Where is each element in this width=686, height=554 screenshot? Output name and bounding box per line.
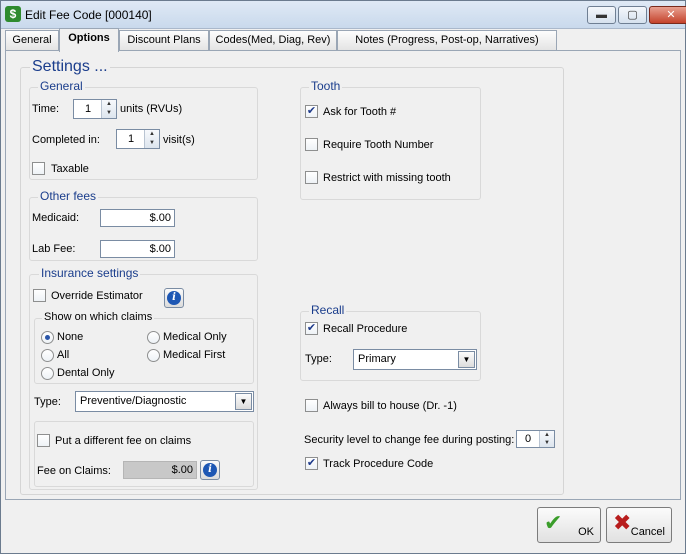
close-button[interactable]: ✕	[649, 6, 686, 24]
chevron-down-icon[interactable]: ▼	[235, 393, 252, 410]
time-stepper[interactable]: 1 ▲ ▼	[73, 99, 117, 119]
override-estimator-label: Override Estimator	[51, 290, 143, 302]
security-level-stepper-arrows[interactable]: ▲ ▼	[539, 431, 554, 447]
override-info-button[interactable]: i	[164, 288, 184, 308]
cancel-button-label: Cancel	[630, 526, 665, 538]
tooth-group-title: Tooth	[309, 79, 343, 93]
security-level-stepper[interactable]: 0 ▲ ▼	[516, 430, 555, 448]
settings-title: Settings ...	[30, 58, 110, 76]
time-value: 1	[84, 103, 92, 115]
fee-on-claims-label: Fee on Claims:	[37, 465, 111, 477]
spin-down-icon[interactable]: ▼	[102, 109, 116, 118]
general-group-title: General	[38, 79, 85, 93]
ok-button-label: OK	[578, 526, 594, 538]
tab-options[interactable]: Options	[59, 28, 119, 52]
different-fee-label: Put a different fee on claims	[55, 435, 192, 447]
spin-up-icon[interactable]: ▲	[145, 130, 159, 139]
require-tooth-checkbox[interactable]	[305, 138, 318, 151]
recall-group	[300, 311, 481, 381]
tab-general[interactable]: General	[5, 30, 59, 50]
completed-in-value: 1	[127, 133, 135, 145]
medicaid-field[interactable]: $.00	[100, 209, 175, 227]
dollar-icon: $	[5, 6, 21, 22]
claims-radio-none-label: None	[57, 331, 84, 343]
recall-procedure-label: Recall Procedure	[323, 323, 408, 335]
recall-type-value: Primary	[358, 353, 396, 365]
medicaid-label: Medicaid:	[32, 212, 80, 224]
taxable-checkbox[interactable]	[32, 162, 45, 175]
checkmark-icon: ✔	[544, 510, 563, 535]
time-units-label: units (RVUs)	[120, 103, 183, 115]
require-tooth-label: Require Tooth Number	[323, 139, 434, 151]
recall-procedure-checkbox[interactable]: ✔	[305, 322, 318, 335]
claims-radio-all[interactable]	[41, 349, 54, 362]
always-bill-house-checkbox[interactable]	[305, 399, 318, 412]
minimize-button[interactable]: ▬	[587, 6, 616, 24]
spin-up-icon[interactable]: ▲	[540, 431, 554, 439]
track-procedure-label: Track Procedure Code	[323, 458, 434, 470]
always-bill-house-label: Always bill to house (Dr. -1)	[323, 400, 457, 412]
completed-in-stepper[interactable]: 1 ▲ ▼	[116, 129, 160, 149]
claims-radio-dental-only[interactable]	[41, 367, 54, 380]
claims-radio-all-label: All	[57, 349, 70, 361]
insurance-type-label: Type:	[34, 396, 61, 408]
recall-group-title: Recall	[309, 303, 347, 317]
claims-radio-medical-first[interactable]	[147, 349, 160, 362]
taxable-label: Taxable	[51, 163, 89, 175]
ask-tooth-checkbox[interactable]: ✔	[305, 105, 318, 118]
tab-discount-plans[interactable]: Discount Plans	[119, 30, 209, 50]
insurance-settings-title: Insurance settings	[39, 266, 141, 280]
edit-fee-code-window: $ Edit Fee Code [000140] ▬ ▢ ✕ General O…	[0, 0, 686, 554]
insurance-type-value: Preventive/Diagnostic	[80, 395, 187, 407]
show-on-claims-title: Show on which claims	[42, 311, 155, 323]
completed-in-stepper-arrows[interactable]: ▲ ▼	[144, 130, 159, 148]
info-icon: i	[203, 463, 217, 477]
track-procedure-checkbox[interactable]: ✔	[305, 457, 318, 470]
recall-type-select[interactable]: Primary ▼	[353, 349, 477, 370]
ask-tooth-label: Ask for Tooth #	[323, 106, 397, 118]
completed-in-label: Completed in:	[32, 134, 100, 146]
window-title: Edit Fee Code [000140]	[25, 8, 152, 22]
fee-on-claims-field: $.00	[123, 461, 197, 479]
other-fees-group-title: Other fees	[38, 189, 99, 203]
tab-codes[interactable]: Codes(Med, Diag, Rev)	[209, 30, 337, 50]
chevron-down-icon[interactable]: ▼	[458, 351, 475, 368]
time-stepper-arrows[interactable]: ▲ ▼	[101, 100, 116, 118]
fee-on-claims-info-button[interactable]: i	[200, 460, 220, 480]
insurance-type-select[interactable]: Preventive/Diagnostic ▼	[75, 391, 254, 412]
claims-radio-medical-only-label: Medical Only	[163, 331, 227, 343]
restrict-missing-tooth-checkbox[interactable]	[305, 171, 318, 184]
different-fee-checkbox[interactable]	[37, 434, 50, 447]
title-bar: $ Edit Fee Code [000140] ▬ ▢ ✕	[1, 1, 686, 29]
spin-down-icon[interactable]: ▼	[540, 439, 554, 447]
override-estimator-checkbox[interactable]	[33, 289, 46, 302]
lab-fee-label: Lab Fee:	[32, 243, 76, 255]
recall-type-label: Type:	[305, 353, 332, 365]
claims-radio-medical-first-label: Medical First	[163, 349, 226, 361]
time-label: Time:	[32, 103, 60, 115]
lab-fee-field[interactable]: $.00	[100, 240, 175, 258]
claims-radio-dental-only-label: Dental Only	[57, 367, 115, 379]
claims-radio-none[interactable]	[41, 331, 54, 344]
security-level-label: Security level to change fee during post…	[304, 434, 515, 446]
ok-button[interactable]: ✔ OK	[537, 507, 601, 543]
info-icon: i	[167, 291, 181, 305]
maximize-button[interactable]: ▢	[618, 6, 647, 24]
spin-down-icon[interactable]: ▼	[145, 139, 159, 148]
cross-icon: ✖	[613, 510, 632, 535]
claims-radio-medical-only[interactable]	[147, 331, 160, 344]
security-level-value: 0	[524, 433, 532, 445]
restrict-missing-tooth-label: Restrict with missing tooth	[323, 172, 451, 184]
spin-up-icon[interactable]: ▲	[102, 100, 116, 109]
completed-in-units-label: visit(s)	[163, 134, 195, 146]
tab-notes[interactable]: Notes (Progress, Post-op, Narratives)	[337, 30, 557, 50]
cancel-button[interactable]: ✖ Cancel	[606, 507, 672, 543]
